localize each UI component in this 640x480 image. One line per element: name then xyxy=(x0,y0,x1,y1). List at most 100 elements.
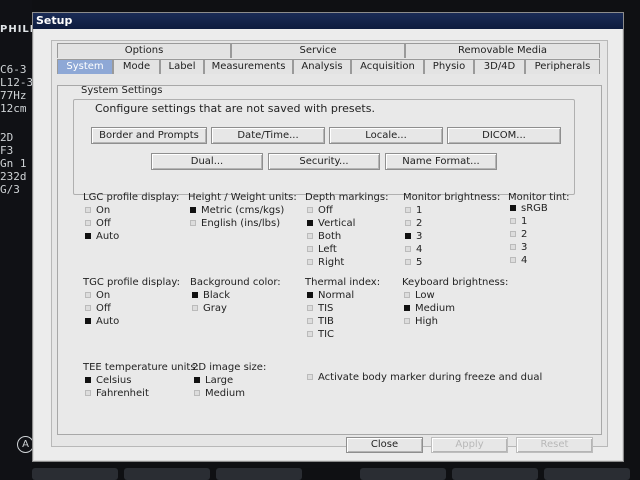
radio-indicator xyxy=(404,318,410,324)
thermal-option-normal[interactable]: Normal xyxy=(307,290,354,302)
image-size-option-large[interactable]: Large xyxy=(194,375,233,387)
tgc-option-on[interactable]: On xyxy=(85,290,110,302)
apply-button[interactable]: Apply xyxy=(431,437,508,453)
background-option-gray[interactable]: Gray xyxy=(192,303,227,315)
depth-option-right[interactable]: Right xyxy=(307,257,344,269)
radio-indicator xyxy=(307,318,313,324)
radio-indicator xyxy=(85,305,91,311)
keyboard-option-medium[interactable]: Medium xyxy=(404,303,455,315)
tint-option-1[interactable]: 1 xyxy=(510,216,527,228)
tgc-profile-label: TGC profile display: xyxy=(83,277,180,288)
brand-logo: PHILIPS xyxy=(0,24,32,35)
frame-rate-label: 77Hz xyxy=(0,90,27,102)
keyboard-brightness-label: Keyboard brightness: xyxy=(402,277,509,288)
gray-map-label: G/3 xyxy=(0,184,20,196)
tab-row-bottom: System Mode Label Measurements Analysis … xyxy=(57,59,600,74)
lgc-option-auto[interactable]: Auto xyxy=(85,231,119,243)
depth-option-off[interactable]: Off xyxy=(307,205,333,217)
tint-option-srgb[interactable]: sRGB xyxy=(510,203,548,215)
image-size-option-medium[interactable]: Medium xyxy=(194,388,245,400)
thermal-option-tib[interactable]: TIB xyxy=(307,316,334,328)
tab-service[interactable]: Service xyxy=(231,43,405,58)
radio-indicator xyxy=(194,377,200,383)
brightness-option-5[interactable]: 5 xyxy=(405,257,422,269)
tint-option-4[interactable]: 4 xyxy=(510,255,527,267)
tee-option-fahrenheit[interactable]: Fahrenheit xyxy=(85,388,149,400)
security-button[interactable]: Security... xyxy=(268,153,380,170)
dual-button[interactable]: Dual... xyxy=(151,153,263,170)
body-marker-checkbox[interactable]: Activate body marker during freeze and d… xyxy=(307,372,542,384)
taskbar-button[interactable] xyxy=(216,468,302,480)
probe-label: C6-3 xyxy=(0,64,27,76)
tab-mode[interactable]: Mode xyxy=(113,59,160,74)
radio-indicator xyxy=(405,207,411,213)
depth-option-left[interactable]: Left xyxy=(307,244,337,256)
window-title: Setup xyxy=(33,13,623,29)
image-size-label: 2D image size: xyxy=(192,362,267,373)
taskbar-button[interactable] xyxy=(452,468,538,480)
taskbar-button[interactable] xyxy=(544,468,630,480)
tab-options[interactable]: Options xyxy=(57,43,231,58)
keyboard-option-high[interactable]: High xyxy=(404,316,438,328)
thermal-option-tic[interactable]: TIC xyxy=(307,329,334,341)
tgc-option-auto[interactable]: Auto xyxy=(85,316,119,328)
radio-indicator xyxy=(307,292,313,298)
brightness-option-4[interactable]: 4 xyxy=(405,244,422,256)
system-settings-description: Configure settings that are not saved wi… xyxy=(95,102,375,115)
radio-indicator xyxy=(510,231,516,237)
thermal-option-tis[interactable]: TIS xyxy=(307,303,333,315)
tab-system[interactable]: System xyxy=(57,59,113,74)
radio-indicator xyxy=(85,220,91,226)
lgc-option-off[interactable]: Off xyxy=(85,218,111,230)
reset-button[interactable]: Reset xyxy=(516,437,593,453)
tee-option-celsius[interactable]: Celsius xyxy=(85,375,131,387)
radio-indicator xyxy=(307,259,313,265)
units-option-metric[interactable]: Metric (cms/kgs) xyxy=(190,205,284,217)
tab-physio[interactable]: Physio xyxy=(424,59,474,74)
radio-indicator xyxy=(404,292,410,298)
tab-measurements[interactable]: Measurements xyxy=(204,59,293,74)
units-option-english[interactable]: English (ins/lbs) xyxy=(190,218,280,230)
name-format-button[interactable]: Name Format... xyxy=(385,153,497,170)
depth-option-vertical[interactable]: Vertical xyxy=(307,218,355,230)
radio-indicator xyxy=(307,246,313,252)
tab-label[interactable]: Label xyxy=(160,59,204,74)
frequency-label: F3 xyxy=(0,145,14,157)
radio-indicator xyxy=(510,244,516,250)
radio-indicator xyxy=(307,233,313,239)
background-option-black[interactable]: Black xyxy=(192,290,230,302)
taskbar-button[interactable] xyxy=(360,468,446,480)
radio-indicator xyxy=(405,220,411,226)
tab-removable-media[interactable]: Removable Media xyxy=(405,43,600,58)
dicom-button[interactable]: DICOM... xyxy=(447,127,561,144)
radio-indicator xyxy=(405,259,411,265)
taskbar-button[interactable] xyxy=(124,468,210,480)
radio-indicator xyxy=(307,331,313,337)
radio-indicator xyxy=(510,257,516,263)
probe-sub-label: L12-3 xyxy=(0,77,32,89)
radio-indicator xyxy=(85,233,91,239)
brightness-option-2[interactable]: 2 xyxy=(405,218,422,230)
date-time-button[interactable]: Date/Time... xyxy=(211,127,325,144)
tint-option-2[interactable]: 2 xyxy=(510,229,527,241)
brightness-option-3[interactable]: 3 xyxy=(405,231,422,243)
tgc-option-off[interactable]: Off xyxy=(85,303,111,315)
tab-acquisition[interactable]: Acquisition xyxy=(351,59,424,74)
radio-indicator xyxy=(190,220,196,226)
radio-indicator xyxy=(85,390,91,396)
lgc-option-on[interactable]: On xyxy=(85,205,110,217)
tab-3d-4d[interactable]: 3D/4D xyxy=(474,59,525,74)
gain-label: Gn 1 xyxy=(0,158,27,170)
tab-peripherals[interactable]: Peripherals xyxy=(525,59,600,74)
brightness-option-1[interactable]: 1 xyxy=(405,205,422,217)
locale-button[interactable]: Locale... xyxy=(329,127,443,144)
taskbar-button[interactable] xyxy=(32,468,118,480)
tint-option-3[interactable]: 3 xyxy=(510,242,527,254)
tab-analysis[interactable]: Analysis xyxy=(293,59,351,74)
radio-indicator xyxy=(404,305,410,311)
depth-option-both[interactable]: Both xyxy=(307,231,341,243)
radio-indicator xyxy=(307,207,313,213)
close-button[interactable]: Close xyxy=(346,437,423,453)
keyboard-option-low[interactable]: Low xyxy=(404,290,435,302)
border-and-prompts-button[interactable]: Border and Prompts xyxy=(91,127,207,144)
